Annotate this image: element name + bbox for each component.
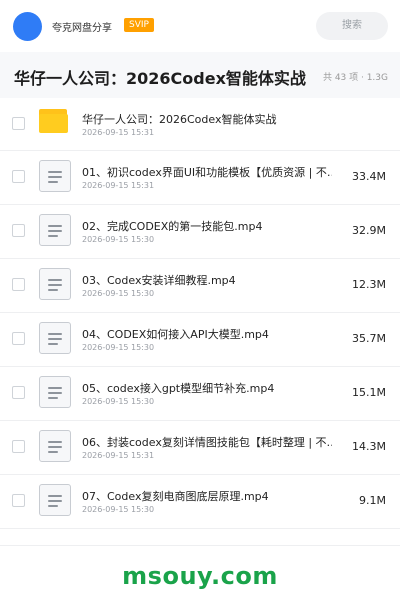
file-date: 2026-09-15 15:31 (82, 181, 155, 190)
file-size: 15.1M (352, 386, 386, 399)
row-checkbox[interactable] (12, 170, 25, 183)
top-header: 夸克网盘分享 SVIP 搜索 (0, 0, 400, 52)
row-checkbox[interactable] (12, 494, 25, 507)
file-row[interactable]: 05、codex接入gpt模型细节补充.mp4 2026-09-15 15:30 1… (0, 367, 400, 421)
page-title: 华仔一人公司：2026Codex智能体实战 (14, 69, 306, 88)
file-date: 2026-09-15 15:30 (82, 235, 155, 244)
row-checkbox[interactable] (12, 440, 25, 453)
file-size: 14.3M (352, 440, 386, 453)
document-icon (39, 160, 71, 192)
row-checkbox[interactable] (12, 386, 25, 399)
row-checkbox[interactable] (12, 224, 25, 237)
app-name: 夸克网盘分享 (52, 23, 112, 34)
file-name: 华仔一人公司：2026Codex智能体实战 (82, 113, 277, 126)
divider (0, 545, 400, 546)
folder-row[interactable]: 华仔一人公司：2026Codex智能体实战 2026-09-15 15:31 (0, 98, 400, 151)
file-name: 05、codex接入gpt模型细节补充.mp4 (82, 382, 275, 395)
file-date: 2026-09-15 15:31 (82, 451, 155, 460)
file-row[interactable]: 02、完成CODEX的第一技能包.mp4 2026-09-15 15:30 32.9… (0, 205, 400, 259)
folder-icon (39, 107, 71, 139)
watermark: msouy.com (122, 562, 278, 590)
avatar[interactable] (13, 12, 42, 41)
file-row[interactable]: 07、Codex复刻电商图底层原理.mp4 2026-09-15 15:30 9.1… (0, 475, 400, 529)
document-icon (39, 268, 71, 300)
row-checkbox[interactable] (12, 332, 25, 345)
file-name: 04、CODEX如何接入API大模型.mp4 (82, 328, 269, 341)
file-name: 03、Codex安装详细教程.mp4 (82, 274, 236, 287)
search-button[interactable]: 搜索 (316, 12, 388, 40)
file-name: 06、封装codex复刻详情图技能包【耗时整理 | 不… (82, 436, 332, 449)
file-name: 01、初识codex界面UI和功能模板【优质资源 | 不… (82, 166, 332, 179)
document-icon (39, 430, 71, 462)
document-icon (39, 214, 71, 246)
file-row[interactable]: 06、封装codex复刻详情图技能包【耗时整理 | 不… 2026-09-15 1… (0, 421, 400, 475)
svip-badge: SVIP (124, 18, 154, 32)
file-date: 2026-09-15 15:30 (82, 505, 155, 514)
file-name: 02、完成CODEX的第一技能包.mp4 (82, 220, 263, 233)
file-date: 2026-09-15 15:31 (82, 128, 155, 137)
title-bar: 华仔一人公司：2026Codex智能体实战 共 43 项 · 1.3G (0, 52, 400, 98)
file-name: 07、Codex复刻电商图底层原理.mp4 (82, 490, 269, 503)
row-checkbox[interactable] (12, 117, 25, 130)
file-size: 35.7M (352, 332, 386, 345)
file-size: 33.4M (352, 170, 386, 183)
row-checkbox[interactable] (12, 278, 25, 291)
document-icon (39, 376, 71, 408)
item-count-size: 共 43 项 · 1.3G (322, 73, 388, 83)
document-icon (39, 322, 71, 354)
document-icon (39, 484, 71, 516)
file-list: 华仔一人公司：2026Codex智能体实战 2026-09-15 15:31 01、… (0, 98, 400, 529)
file-row[interactable]: 01、初识codex界面UI和功能模板【优质资源 | 不… 2026-09-15 … (0, 151, 400, 205)
file-size: 32.9M (352, 224, 386, 237)
file-row[interactable]: 04、CODEX如何接入API大模型.mp4 2026-09-15 15:30 35… (0, 313, 400, 367)
file-date: 2026-09-15 15:30 (82, 397, 155, 406)
file-date: 2026-09-15 15:30 (82, 343, 155, 352)
file-row[interactable]: 03、Codex安装详细教程.mp4 2026-09-15 15:30 12.3M (0, 259, 400, 313)
file-date: 2026-09-15 15:30 (82, 289, 155, 298)
file-size: 9.1M (359, 494, 386, 507)
file-size: 12.3M (352, 278, 386, 291)
